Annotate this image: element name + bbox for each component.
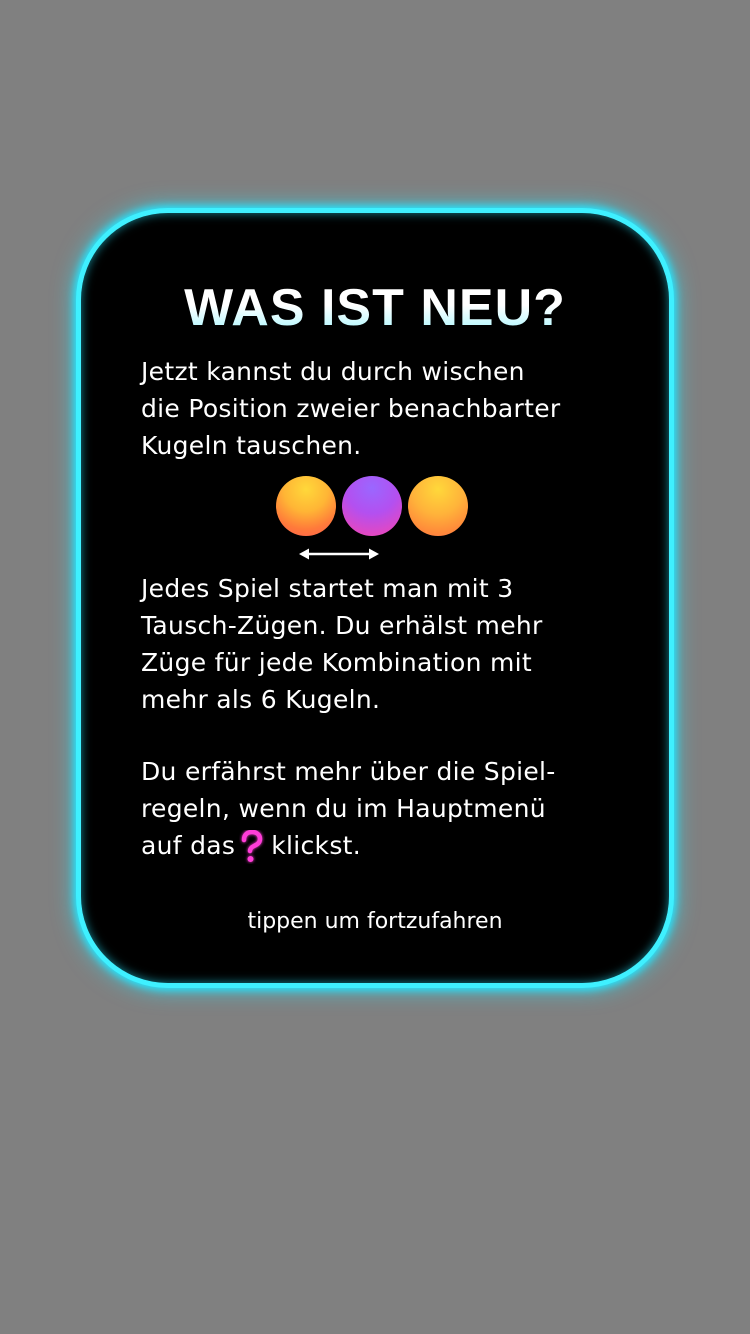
rules-hint-text: Du erfährst mehr über die Spiel- regeln,… xyxy=(141,753,641,864)
orange-ball-icon xyxy=(276,476,336,536)
text-line: Kugeln tauschen. xyxy=(141,431,362,460)
question-mark-icon xyxy=(241,830,263,862)
text-fragment: klickst. xyxy=(271,831,361,860)
text-line: regeln, wenn du im Hauptmenü xyxy=(141,794,546,823)
whats-new-dialog[interactable]: WAS IST NEU? Jetzt kannst du durch wisch… xyxy=(76,208,674,988)
swap-explanation-text: Jetzt kannst du durch wischen die Positi… xyxy=(141,353,641,464)
orange-ball-icon xyxy=(408,476,468,536)
text-line: Züge für jede Kombination mit xyxy=(141,648,532,677)
text-fragment: auf das xyxy=(141,831,236,860)
continue-hint[interactable]: tippen um fortzufahren xyxy=(81,907,669,937)
purple-ball-icon xyxy=(342,476,402,536)
text-line: mehr als 6 Kugeln. xyxy=(141,685,381,714)
text-line: Jetzt kannst du durch wischen xyxy=(141,357,525,386)
text-line: auf das klickst. xyxy=(141,827,641,864)
text-line: die Position zweier benachbarter xyxy=(141,394,561,423)
text-line: Du erfährst mehr über die Spiel- xyxy=(141,757,556,786)
text-line: Jedes Spiel startet man mit 3 xyxy=(141,574,514,603)
text-line: Tausch-Zügen. Du erhälst mehr xyxy=(141,611,543,640)
swap-illustration xyxy=(276,476,476,538)
dialog-title: WAS IST NEU? xyxy=(81,279,669,337)
double-arrow-icon xyxy=(299,548,379,560)
moves-explanation-text: Jedes Spiel startet man mit 3 Tausch-Züg… xyxy=(141,570,641,718)
